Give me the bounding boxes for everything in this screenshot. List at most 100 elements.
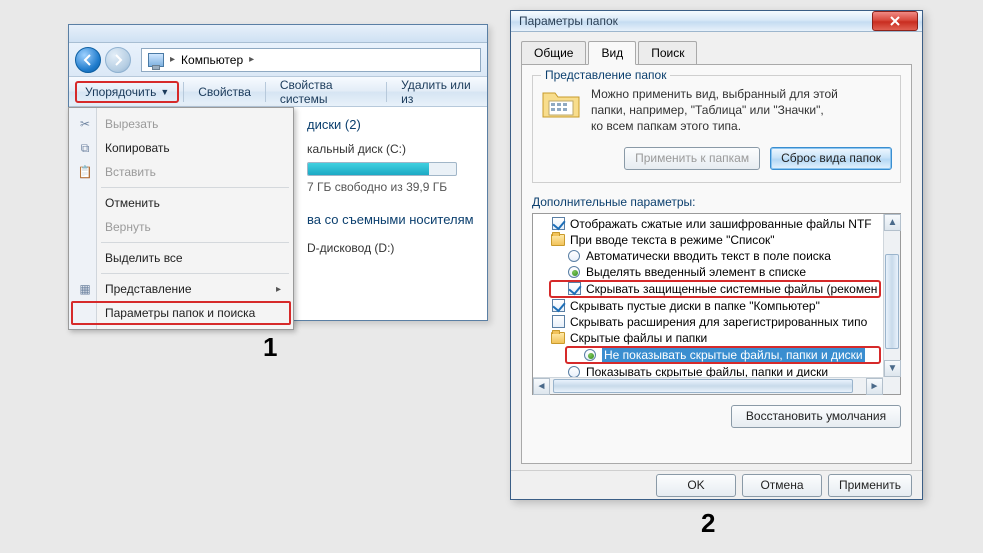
drive-c-usage-bar [307,162,457,176]
apply-to-folders-button[interactable]: Применить к папкам [624,147,760,170]
folder-icon [541,86,581,122]
window-titlebar[interactable] [69,25,487,43]
folder-views-legend: Представление папок [541,68,670,82]
step-label-1: 1 [263,332,277,363]
tab-strip: Общие Вид Поиск [521,40,912,65]
opt-hide-empty-drives[interactable]: Скрывать пустые диски в папке "Компьютер… [533,298,883,314]
menu-select-all-label: Выделить все [105,251,183,265]
folder-views-line3: ко всем папкам этого типа. [591,118,838,134]
opt-hidden-group: Скрытые файлы и папки [533,330,883,346]
system-properties-button[interactable]: Свойства системы [270,74,382,110]
advanced-settings-box: Отображать сжатые или зашифрованные файл… [532,213,901,395]
chevron-right-icon: ▸ [276,284,281,295]
organize-menu: ✂ Вырезать ⧉ Копировать 📋 Вставить Отмен… [68,107,294,330]
explorer-toolbar: Упорядочить ▼ Свойства Свойства системы … [69,77,487,107]
menu-cut[interactable]: ✂ Вырезать [71,112,291,136]
opt-hide-extensions-label: Скрывать расширения для зарегистрированн… [570,315,867,329]
organize-button[interactable]: Упорядочить ▼ [75,81,179,103]
tab-search[interactable]: Поиск [638,41,697,65]
apply-button[interactable]: Применить [828,474,912,497]
opt-dont-show-hidden[interactable]: Не показывать скрытые файлы, папки и дис… [565,346,881,364]
dialog-title: Параметры папок [519,14,618,28]
opt-hidden-group-label: Скрытые файлы и папки [570,331,707,345]
checkbox-icon [552,299,565,312]
menu-undo[interactable]: Отменить [71,191,291,215]
folder-views-line2: папки, например, "Таблица" или "Значки", [591,102,838,118]
toolbar-separator [386,82,387,102]
menu-separator [101,187,289,188]
dialog-footer: OK Отмена Применить [511,470,922,499]
removable-group-heading: ва со съемными носителям [307,212,479,227]
ok-button[interactable]: OK [656,474,736,497]
checkbox-icon [568,282,581,295]
opt-select-typed-item[interactable]: Выделять введенный элемент в списке [533,264,883,280]
opt-show-hidden-label: Показывать скрытые файлы, папки и диски [586,365,828,377]
forward-button[interactable] [105,47,131,73]
menu-select-all[interactable]: Выделить все [71,246,291,270]
restore-defaults-button[interactable]: Восстановить умолчания [731,405,901,428]
scrollbar-corner [883,377,900,394]
address-bar[interactable]: ▸ Компьютер ▸ [141,48,481,72]
radio-icon [584,349,596,361]
scroll-down-arrow-icon[interactable]: ▼ [884,360,901,377]
opt-hide-protected[interactable]: Скрывать защищенные системные файлы (рек… [549,280,881,298]
back-button[interactable] [75,47,101,73]
folder-views-line1: Можно применить вид, выбранный для этой [591,86,838,102]
menu-separator [101,273,289,274]
scroll-thumb[interactable] [553,379,853,393]
chevron-right-icon: ▸ [170,54,175,65]
computer-icon [148,53,164,67]
radio-icon [568,366,580,377]
tab-view[interactable]: Вид [588,41,636,65]
scroll-up-arrow-icon[interactable]: ▲ [884,214,901,231]
radio-icon [568,266,580,278]
radio-icon [568,250,580,262]
dvd-drive[interactable]: D-дисковод (D:) [307,241,479,255]
menu-layout[interactable]: ▦ Представление ▸ [71,277,291,301]
menu-redo[interactable]: Вернуть [71,215,291,239]
close-icon [889,15,901,27]
menu-layout-label: Представление [105,282,192,296]
opt-show-compressed[interactable]: Отображать сжатые или зашифрованные файл… [533,216,883,232]
menu-separator [101,242,289,243]
opt-list-typing-group-label: При вводе текста в режиме "Список" [570,233,775,247]
vertical-scrollbar[interactable]: ▲ ▼ [883,214,900,377]
reset-folders-button[interactable]: Сброс вида папок [770,147,892,170]
cancel-button[interactable]: Отмена [742,474,822,497]
organize-label: Упорядочить [85,85,156,99]
opt-hide-extensions[interactable]: Скрывать расширения для зарегистрированн… [533,314,883,330]
opt-auto-type-search[interactable]: Автоматически вводить текст в поле поиск… [533,248,883,264]
drive-c[interactable]: кальный диск (C:) 7 ГБ свободно из 39,9 … [307,142,479,194]
horizontal-scrollbar[interactable]: ◄ ► [533,377,883,394]
menu-paste-label: Вставить [105,165,156,179]
chevron-down-icon: ▼ [160,87,169,97]
opt-select-typed-item-label: Выделять введенный элемент в списке [586,265,806,279]
nav-row: ▸ Компьютер ▸ [69,43,487,77]
remove-programs-button[interactable]: Удалить или из [391,74,487,110]
tab-general[interactable]: Общие [521,41,586,65]
opt-show-hidden[interactable]: Показывать скрытые файлы, папки и диски [533,364,883,377]
toolbar-separator [265,82,266,102]
menu-undo-label: Отменить [105,196,160,210]
checkbox-icon [552,315,565,328]
menu-cut-label: Вырезать [105,117,158,131]
breadcrumb-computer[interactable]: Компьютер [181,53,243,67]
opt-show-compressed-label: Отображать сжатые или зашифрованные файл… [570,217,872,231]
close-button[interactable] [872,11,918,31]
opt-hide-empty-drives-label: Скрывать пустые диски в папке "Компьютер… [570,299,820,313]
menu-folder-options-label: Параметры папок и поиска [105,306,255,320]
advanced-settings-list: Отображать сжатые или зашифрованные файл… [533,214,883,377]
opt-dont-show-hidden-label: Не показывать скрытые файлы, папки и дис… [602,348,865,362]
menu-paste[interactable]: 📋 Вставить [71,160,291,184]
tab-pane-view: Представление папок Можно применить вид,… [521,64,912,464]
scroll-right-arrow-icon[interactable]: ► [866,378,883,395]
scroll-left-arrow-icon[interactable]: ◄ [533,378,550,395]
opt-list-typing-group: При вводе текста в режиме "Список" [533,232,883,248]
opt-auto-type-search-label: Автоматически вводить текст в поле поиск… [586,249,831,263]
properties-button[interactable]: Свойства [188,81,261,103]
dialog-titlebar[interactable]: Параметры папок [511,11,922,32]
paste-icon: 📋 [77,164,93,180]
scroll-thumb[interactable] [885,254,899,349]
menu-folder-options[interactable]: Параметры папок и поиска [71,301,291,325]
menu-copy[interactable]: ⧉ Копировать [71,136,291,160]
